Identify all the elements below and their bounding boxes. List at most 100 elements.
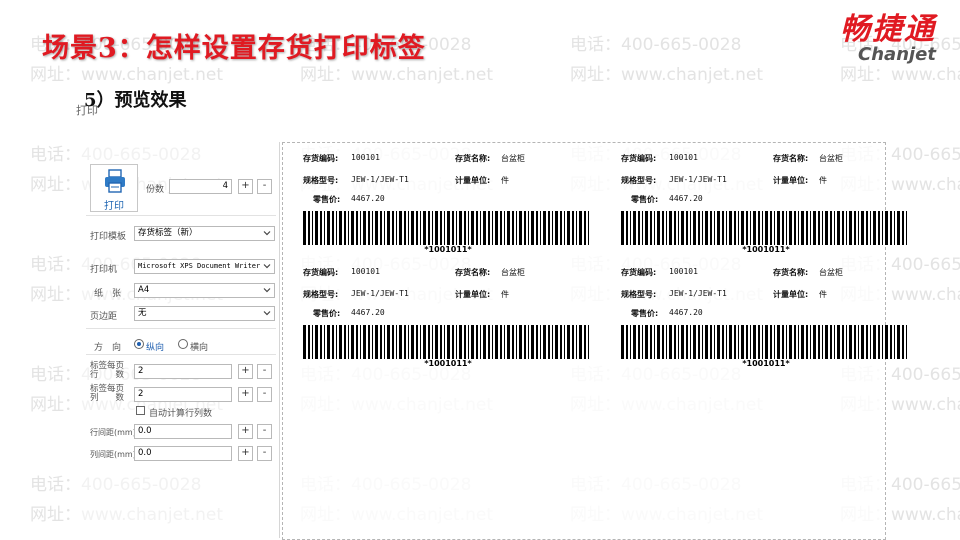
- item-spec-key: 规格型号:: [621, 176, 657, 185]
- barcode-bar: [432, 211, 433, 245]
- copies-input[interactable]: 4: [169, 179, 232, 194]
- paper-select-value: A4: [138, 285, 150, 295]
- barcode-bar: [854, 211, 856, 245]
- barcode-bar: [519, 211, 522, 245]
- barcode-bar: [654, 325, 655, 359]
- auto-calc-label[interactable]: 自动计算行列数: [149, 406, 212, 419]
- barcode-bar: [825, 325, 828, 359]
- barcode-bar: [404, 211, 406, 245]
- barcode-bar: [633, 325, 636, 359]
- barcode-bar: [846, 325, 847, 359]
- barcode-bar: [698, 325, 700, 359]
- barcode-bar: [375, 211, 378, 245]
- row-spacing-increment-button[interactable]: +: [238, 424, 253, 439]
- barcode-bar: [626, 211, 628, 245]
- barcode-bar: [902, 325, 904, 359]
- barcode-bar: [543, 325, 546, 359]
- barcode-text: *1001011*: [424, 359, 472, 368]
- barcode-bar: [746, 211, 748, 245]
- barcode-bar: [714, 325, 715, 359]
- barcode-bar: [444, 325, 445, 359]
- margin-select[interactable]: 无: [134, 306, 275, 321]
- barcode-bar: [408, 325, 409, 359]
- col-spacing-decrement-button[interactable]: -: [257, 446, 272, 461]
- barcode-bar: [870, 325, 871, 359]
- copies-decrement-button[interactable]: -: [257, 179, 272, 194]
- watermark-site: 网址：www.chanjet.net: [570, 65, 764, 85]
- item-unit-value: 件: [819, 176, 827, 185]
- item-price-value: 4467.20: [669, 308, 703, 317]
- barcode-bar: [765, 211, 768, 245]
- item-spec-key: 规格型号:: [621, 290, 657, 299]
- barcode-bar: [669, 325, 672, 359]
- barcode-text: *1001011*: [424, 245, 472, 254]
- barcode-bar: [512, 211, 514, 245]
- barcode-bar: [564, 211, 565, 245]
- template-select[interactable]: 存货标签（新）: [134, 226, 275, 241]
- barcode-bar: [726, 211, 727, 245]
- item-name-value: 台盆柜: [501, 268, 525, 277]
- barcode-bar: [705, 325, 708, 359]
- portrait-radio[interactable]: [134, 339, 144, 349]
- item-code-value: 100101: [351, 267, 380, 276]
- paper-select[interactable]: A4: [134, 283, 275, 298]
- barcode-bar: [837, 325, 840, 359]
- barcode-bar: [303, 211, 306, 245]
- rows-decrement-button[interactable]: -: [257, 364, 272, 379]
- barcode-bar: [348, 211, 349, 245]
- cols-decrement-button[interactable]: -: [257, 387, 272, 402]
- landscape-radio-label[interactable]: 横向: [190, 340, 208, 353]
- barcode-bar: [399, 325, 402, 359]
- auto-calc-checkbox[interactable]: [136, 406, 145, 415]
- rows-per-page-input[interactable]: 2: [134, 364, 232, 379]
- item-code-value: 100101: [669, 267, 698, 276]
- cols-per-page-input[interactable]: 2: [134, 387, 232, 402]
- row-spacing-decrement-button[interactable]: -: [257, 424, 272, 439]
- barcode-bar: [849, 211, 852, 245]
- landscape-radio[interactable]: [178, 339, 188, 349]
- barcode-bar: [524, 211, 526, 245]
- barcode-bar: [428, 325, 430, 359]
- barcode-bar: [560, 211, 562, 245]
- portrait-radio-label[interactable]: 纵向: [146, 340, 164, 353]
- barcode-bar: [567, 211, 570, 245]
- barcode-bar: [822, 325, 823, 359]
- barcode-bar: [488, 211, 490, 245]
- barcode-bar: [372, 211, 373, 245]
- copies-increment-button[interactable]: +: [238, 179, 253, 194]
- barcode-bar: [894, 325, 895, 359]
- col-spacing-input[interactable]: 0.0: [134, 446, 232, 461]
- item-spec-value: JEW-1/JEW-T1: [669, 289, 727, 298]
- barcode-bar: [423, 211, 426, 245]
- cols-per-page-label-line2: 列 数: [90, 393, 125, 403]
- barcode-bar: [360, 211, 361, 245]
- cols-increment-button[interactable]: +: [238, 387, 253, 402]
- rows-per-page-label: 标签每页 行 数: [90, 362, 124, 380]
- barcode-bar: [324, 211, 325, 245]
- barcode-bar: [882, 211, 883, 245]
- barcode-bar: [786, 325, 787, 359]
- barcode-bar: [702, 211, 703, 245]
- rows-increment-button[interactable]: +: [238, 364, 253, 379]
- barcode-bar: [459, 325, 462, 359]
- barcode-bar: [686, 325, 688, 359]
- barcode-bar: [528, 211, 529, 245]
- barcode-bar: [717, 211, 720, 245]
- barcode-bar: [404, 325, 406, 359]
- barcode-bar: [564, 325, 565, 359]
- barcode-bar: [363, 325, 366, 359]
- print-button[interactable]: 打印: [90, 164, 138, 212]
- barcode-bar: [435, 325, 438, 359]
- row-spacing-input[interactable]: 0.0: [134, 424, 232, 439]
- barcode-bar: [344, 211, 346, 245]
- barcode-bar: [834, 211, 835, 245]
- item-price-value: 4467.20: [669, 194, 703, 203]
- printer-select[interactable]: Microsoft XPS Document Writer: [134, 259, 275, 274]
- col-spacing-increment-button[interactable]: +: [238, 446, 253, 461]
- barcode-bar: [387, 211, 390, 245]
- barcode: [621, 211, 907, 245]
- printer-select-value: Microsoft XPS Document Writer: [138, 262, 261, 270]
- barcode-bar: [504, 211, 505, 245]
- barcode-bar: [765, 325, 768, 359]
- step-subtitle: 5）预览效果: [84, 90, 187, 111]
